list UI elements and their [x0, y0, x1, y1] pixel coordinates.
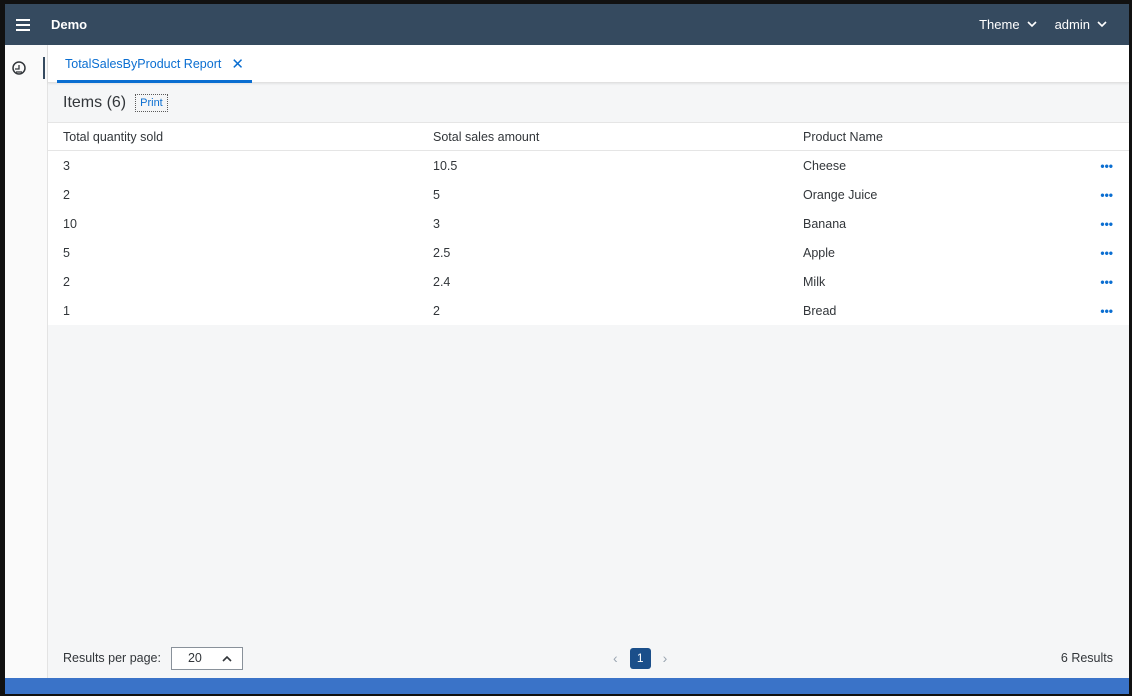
tab-bar: TotalSalesByProduct Report ✕ — [48, 45, 1129, 83]
cell-product-name: Bread — [803, 303, 837, 318]
bottom-status-bar — [5, 678, 1129, 694]
table-row[interactable]: 2 5 Orange Juice ••• — [48, 180, 1129, 209]
cell-sales-amount: 5 — [433, 187, 440, 202]
cell-sales-amount: 10.5 — [433, 158, 458, 173]
cell-quantity: 10 — [63, 216, 77, 231]
column-header-sales-amount[interactable]: Sotal sales amount — [433, 130, 539, 144]
print-button[interactable]: Print — [135, 94, 168, 112]
more-horizontal-icon[interactable]: ••• — [1100, 304, 1113, 318]
cell-sales-amount: 2.5 — [433, 245, 451, 260]
side-navigation — [5, 45, 48, 678]
tab-total-sales-report[interactable]: TotalSalesByProduct Report ✕ — [57, 45, 252, 83]
side-nav-item-dashboard[interactable] — [12, 57, 45, 79]
more-horizontal-icon[interactable]: ••• — [1100, 275, 1113, 289]
results-per-page-label: Results per page: — [63, 651, 161, 665]
report-table: Total quantity sold Sotal sales amount P… — [48, 122, 1129, 325]
cell-quantity: 5 — [63, 245, 70, 260]
theme-label: Theme — [979, 17, 1020, 32]
user-menu[interactable]: admin — [1055, 17, 1107, 32]
cell-sales-amount: 2.4 — [433, 274, 451, 289]
table-toolbar: Items (6) Print — [48, 84, 1129, 122]
table-row[interactable]: 3 10.5 Cheese ••• — [48, 151, 1129, 180]
cell-quantity: 2 — [63, 187, 70, 202]
chevron-left-icon[interactable]: ‹ — [613, 650, 618, 666]
cell-product-name: Milk — [803, 274, 826, 289]
more-horizontal-icon[interactable]: ••• — [1100, 188, 1113, 202]
cell-product-name: Banana — [803, 216, 847, 231]
pagination: ‹ 1 › — [613, 647, 668, 669]
more-horizontal-icon[interactable]: ••• — [1100, 217, 1113, 231]
chevron-down-icon — [1097, 21, 1107, 28]
cell-quantity: 2 — [63, 274, 70, 289]
results-count: 6 Results — [1060, 651, 1113, 665]
results-per-page-select[interactable]: 20 — [170, 646, 243, 670]
cell-product-name: Apple — [803, 245, 835, 260]
more-horizontal-icon[interactable]: ••• — [1100, 246, 1113, 260]
table-row[interactable]: 10 3 Banana ••• — [48, 209, 1129, 238]
chevron-right-icon[interactable]: › — [663, 650, 668, 666]
table-row[interactable]: 5 2.5 Apple ••• — [48, 238, 1129, 267]
column-header-quantity[interactable]: Total quantity sold — [63, 130, 163, 144]
app-window: Demo Theme admin TotalSalesByProduct Rep… — [0, 0, 1132, 696]
results-per-page: Results per page: 20 — [63, 646, 243, 670]
chevron-up-icon — [222, 655, 232, 662]
shell-actions: Theme admin — [961, 17, 1107, 32]
close-icon[interactable]: ✕ — [231, 57, 244, 72]
hamburger-icon — [16, 18, 30, 31]
table-row[interactable]: 1 2 Bread ••• — [48, 296, 1129, 325]
theme-menu[interactable]: Theme — [979, 17, 1037, 32]
cell-product-name: Cheese — [803, 158, 847, 173]
table-footer: Results per page: 20 ‹ 1 › 6 Results — [48, 638, 1129, 678]
active-indicator — [43, 57, 45, 79]
tab-label: TotalSalesByProduct Report — [65, 57, 222, 71]
shell-bar: Demo Theme admin — [5, 4, 1129, 45]
app-title: Demo — [51, 17, 88, 32]
cell-quantity: 1 — [63, 303, 70, 318]
cell-product-name: Orange Juice — [803, 187, 878, 202]
cell-sales-amount: 3 — [433, 216, 440, 231]
tab-active-underline — [57, 80, 252, 83]
column-header-product-name[interactable]: Product Name — [803, 130, 883, 144]
table-header-row: Total quantity sold Sotal sales amount P… — [48, 122, 1129, 151]
dashboard-gauge-icon — [12, 61, 26, 75]
user-label: admin — [1054, 17, 1090, 32]
page-button-current[interactable]: 1 — [629, 647, 651, 669]
cell-sales-amount: 2 — [433, 303, 440, 318]
table-row[interactable]: 2 2.4 Milk ••• — [48, 267, 1129, 296]
menu-button[interactable] — [5, 4, 41, 45]
more-horizontal-icon[interactable]: ••• — [1100, 159, 1113, 173]
items-count-title: Items (6) — [63, 94, 127, 111]
cell-quantity: 3 — [63, 158, 70, 173]
chevron-down-icon — [1027, 21, 1037, 28]
results-per-page-value: 20 — [187, 651, 202, 665]
